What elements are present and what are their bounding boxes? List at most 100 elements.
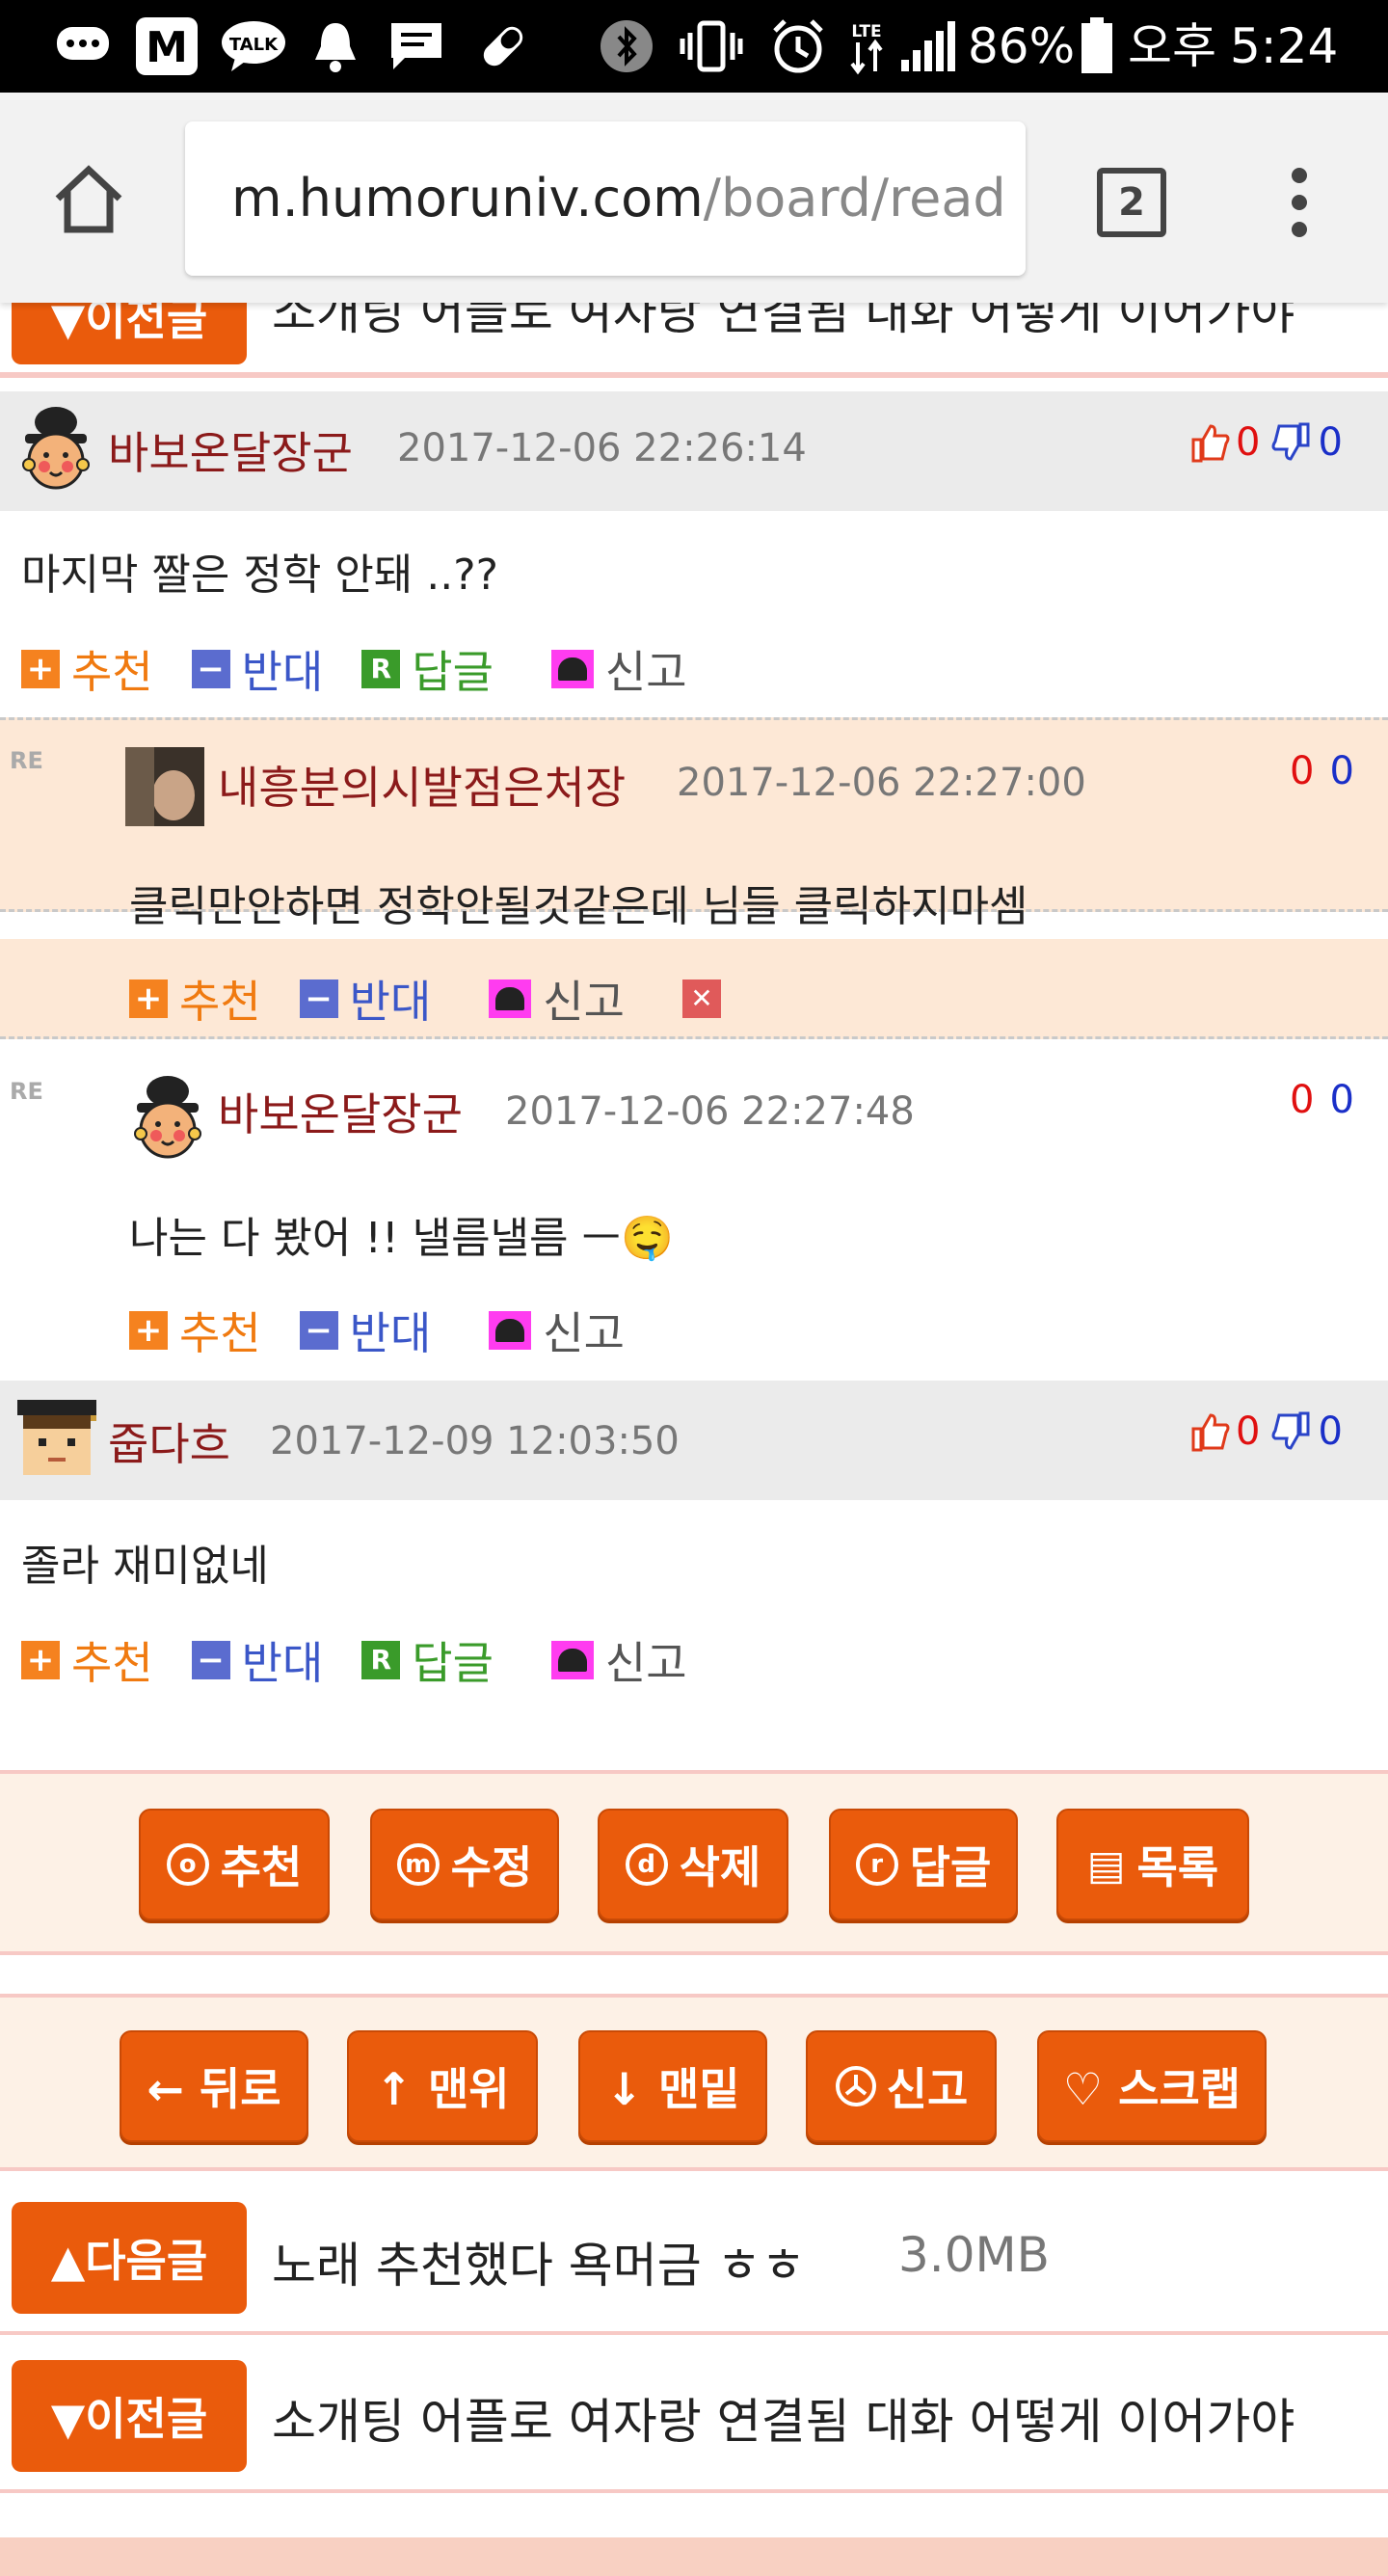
- prev-post-row: ▼이전글 소개팅 어플로 여자랑 연결됨 대화 어떻게 이어가야: [0, 2339, 1388, 2493]
- up-count: 0: [1290, 749, 1315, 793]
- reply-text: 클릭만안하면 정학안될것같은데 님들 클릭하지마셈: [129, 882, 1028, 931]
- reply-button[interactable]: R 답글: [361, 1628, 494, 1692]
- url-path: /board/read: [703, 168, 1006, 228]
- post-reply-button[interactable]: r 답글: [829, 1809, 1018, 1920]
- oppose-button[interactable]: − 반대: [299, 1299, 431, 1362]
- lte-icon: LTE: [842, 17, 891, 75]
- alarm-icon: [767, 17, 829, 75]
- next-post-size: 3.0MB: [898, 2227, 1050, 2283]
- siren-icon: [550, 650, 594, 688]
- report-button[interactable]: 신고: [489, 1299, 625, 1362]
- comment-votes: 0 0: [1189, 420, 1343, 465]
- o-circle-icon: o: [166, 1843, 209, 1886]
- down-count: 0: [1329, 1078, 1354, 1122]
- post-edit-button[interactable]: m 수정: [370, 1809, 559, 1920]
- recommend-button[interactable]: + 추천: [129, 1299, 261, 1362]
- down-count: 0: [1329, 749, 1354, 793]
- top-button[interactable]: ↑ 맨위: [347, 2030, 538, 2142]
- oppose-button[interactable]: − 반대: [299, 967, 431, 1031]
- recommend-button[interactable]: + 추천: [21, 1628, 153, 1692]
- oppose-button[interactable]: − 반대: [191, 1628, 323, 1692]
- reply-nickname[interactable]: 바보온달장군: [218, 1080, 463, 1143]
- comment-date: 2017-12-09 12:03:50: [270, 1419, 680, 1463]
- reply-votes: 0 0: [1290, 1078, 1354, 1122]
- plus-icon: +: [129, 1311, 168, 1350]
- page-content: ▼이전글 소개팅 어플로 여자랑 연결됨 대화 어떻게 이어가야 바보온달장군 …: [0, 303, 1388, 2576]
- up-count: 0: [1236, 420, 1261, 465]
- comment-text: 마지막 짤은 정학 안돼 ..??: [21, 550, 498, 600]
- thumbs-up-icon[interactable]: [1189, 1411, 1230, 1452]
- footer-strip: [0, 2537, 1388, 2576]
- post-actions-bar: o 추천 m 수정 d 삭제 r 답글 ▤ 목록: [0, 1770, 1388, 1955]
- reply-icon: R: [361, 1641, 401, 1679]
- scrap-button[interactable]: ♡ 스크랩: [1037, 2030, 1267, 2142]
- tab-switcher-button[interactable]: 2: [1097, 168, 1166, 237]
- close-icon: ✕: [681, 979, 721, 1018]
- reply-icon: R: [361, 650, 401, 688]
- back-button[interactable]: ← 뒤로: [120, 2030, 308, 2142]
- comment-header: 줍다흐 2017-12-09 12:03:50 0 0: [0, 1381, 1388, 1500]
- siren-circle-icon: [835, 2066, 876, 2106]
- prev-post-button[interactable]: ▼이전글: [12, 2360, 247, 2472]
- reply-date: 2017-12-06 22:27:00: [677, 761, 1086, 805]
- reply-nickname[interactable]: 내흥분의시발점은처장: [218, 753, 626, 817]
- overflow-menu-icon[interactable]: [1282, 166, 1317, 239]
- minus-icon: −: [299, 1311, 338, 1350]
- avatar: [129, 1074, 206, 1163]
- bottom-button[interactable]: ↓ 맨밑: [578, 2030, 767, 2142]
- comment-actions: + 추천 − 반대 R 답글 신고: [21, 1631, 726, 1689]
- post-recommend-button[interactable]: o 추천: [139, 1809, 330, 1920]
- reply-button[interactable]: R 답글: [361, 637, 494, 701]
- reply-actions: + 추천 − 반대 신고 ✕: [129, 970, 771, 1028]
- prev-post-strip: ▼이전글 소개팅 어플로 여자랑 연결됨 대화 어떻게 이어가야: [0, 303, 1388, 378]
- plus-icon: +: [129, 979, 168, 1018]
- chat-icon: [386, 17, 447, 75]
- delete-button[interactable]: ✕: [681, 979, 733, 1018]
- prev-post-button[interactable]: ▼이전글: [12, 303, 247, 364]
- report-post-button[interactable]: 신고: [806, 2030, 997, 2142]
- siren-icon: [489, 979, 532, 1018]
- ampm: 오후: [1128, 18, 1216, 74]
- thumbs-down-icon[interactable]: [1271, 1411, 1312, 1452]
- down-count: 0: [1318, 1409, 1343, 1454]
- comment-text: 졸라 재미없네: [21, 1542, 269, 1591]
- battery-percent: 86%: [968, 18, 1076, 74]
- report-button[interactable]: 신고: [550, 1628, 687, 1692]
- reply-text: 나는 다 봤어 !! 낼름낼름 ㅡ🤤: [129, 1214, 674, 1263]
- avatar: [17, 1400, 96, 1481]
- url-field[interactable]: m.humoruniv.com/board/read: [185, 121, 1026, 276]
- svg-text:LTE: LTE: [851, 22, 881, 41]
- next-post-button[interactable]: ▲다음글: [12, 2202, 247, 2314]
- nav-bar: ← 뒤로 ↑ 맨위 ↓ 맨밑 신고 ♡ 스크랩: [0, 1994, 1388, 2171]
- comment-date: 2017-12-06 22:26:14: [397, 426, 807, 470]
- home-icon[interactable]: [50, 160, 127, 237]
- post-delete-button[interactable]: d 삭제: [598, 1809, 788, 1920]
- next-post-title[interactable]: 노래 추천했다 욕머금 ㅎㅎ: [272, 2227, 806, 2296]
- comment-nickname[interactable]: 바보온달장군: [108, 418, 353, 482]
- post-list-button[interactable]: ▤ 목록: [1056, 1809, 1249, 1920]
- kakaotalk-icon: TALK: [218, 17, 289, 75]
- re-icon: RE: [10, 1078, 43, 1105]
- tab-count: 2: [1118, 180, 1145, 225]
- d-circle-icon: d: [625, 1843, 668, 1886]
- avatar: [125, 747, 204, 826]
- svg-text:M: M: [146, 23, 188, 72]
- recommend-button[interactable]: + 추천: [129, 967, 261, 1031]
- vibrate-icon: [675, 17, 748, 75]
- thumbs-down-icon[interactable]: [1271, 422, 1312, 463]
- m-circle-icon: m: [396, 1843, 440, 1886]
- prev-post-title[interactable]: 소개팅 어플로 여자랑 연결됨 대화 어떻게 이어가야: [272, 2383, 1295, 2453]
- reply-votes: 0 0: [1290, 749, 1354, 793]
- thumbs-up-icon[interactable]: [1189, 422, 1230, 463]
- siren-icon: [550, 1641, 594, 1679]
- comment-header: 바보온달장군 2017-12-06 22:26:14 0 0: [0, 391, 1388, 511]
- report-button[interactable]: 신고: [550, 637, 687, 701]
- prev-post-title[interactable]: 소개팅 어플로 여자랑 연결됨 대화 어떻게 이어가야: [272, 303, 1295, 343]
- browser-toolbar: m.humoruniv.com/board/read 2: [0, 93, 1388, 303]
- oppose-button[interactable]: − 반대: [191, 637, 323, 701]
- m-app-icon: M: [133, 17, 200, 75]
- next-post-row: ▲다음글 노래 추천했다 욕머금 ㅎㅎ 3.0MB: [0, 2173, 1388, 2335]
- comment-nickname[interactable]: 줍다흐: [108, 1409, 230, 1473]
- report-button[interactable]: 신고: [489, 967, 625, 1031]
- recommend-button[interactable]: + 추천: [21, 637, 153, 701]
